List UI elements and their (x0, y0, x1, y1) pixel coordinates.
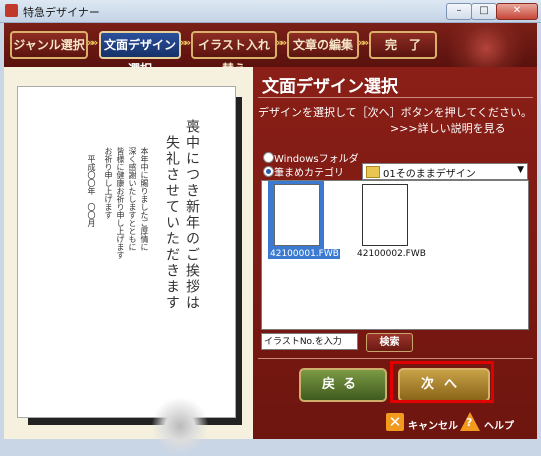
step-design: 文面デザイン選択 (99, 31, 181, 67)
illustration-number-input[interactable]: イラストNo.を入力 (261, 333, 358, 350)
step-arrow-icon: »» (276, 36, 287, 49)
back-button[interactable]: 戻る (299, 368, 387, 402)
folder-icon (366, 166, 380, 178)
step-arrow-icon: »» (180, 36, 191, 49)
step-illustration: イラスト入れ替え (191, 31, 277, 67)
next-button-highlight (390, 361, 494, 403)
radio-collection-label: 筆まめカテゴリ (274, 168, 344, 179)
preview-line: 本年中に賜りましたご厚情に (140, 147, 149, 251)
preview-line: 深く感謝いたしますとともに (128, 147, 137, 251)
app-icon (5, 4, 18, 17)
preview-line: 皆様に健康お祈り申し上げます (116, 147, 125, 259)
help-button[interactable]: ヘルプ (484, 417, 514, 432)
radio-windows-folder[interactable] (263, 152, 274, 163)
step-complete: 完 了 (369, 31, 437, 59)
preview-line: お祈り申し上げます (104, 147, 113, 219)
design-list[interactable]: 42100001.FWB 42100002.FWB (261, 180, 529, 330)
thumbnail-label[interactable]: 42100002.FWB (357, 249, 426, 259)
thumbnail-label[interactable]: 42100001.FWB (269, 249, 340, 259)
category-dropdown[interactable]: 01そのままデザイン ▼ (362, 163, 528, 180)
title-bar: 特急デザイナー – □ ✕ (0, 0, 541, 23)
preview-line: 失礼させていただきます (164, 135, 180, 311)
step-arrow-icon: »» (87, 36, 98, 49)
cancel-button[interactable]: キャンセル (408, 417, 458, 432)
details-link[interactable]: >>>詳しい説明を見る (390, 120, 506, 136)
step-arrow-icon: »» (358, 36, 369, 49)
dropdown-value: 01そのままデザイン (383, 169, 476, 180)
wizard-steps-bar: ジャンル選択 »» 文面デザイン選択 »» イラスト入れ替え »» 文章の編集 … (4, 23, 537, 67)
divider (258, 97, 533, 98)
step-edit-text: 文章の編集 (287, 31, 359, 59)
page-title: 文面デザイン選択 (262, 77, 398, 97)
chrysanthemum-illustration (152, 396, 208, 456)
maximize-button[interactable]: □ (471, 3, 497, 20)
instruction-text: デザインを選択して［次へ］ボタンを押してください。 (258, 106, 533, 119)
close-button[interactable]: ✕ (496, 3, 538, 20)
cancel-icon[interactable]: ✕ (386, 413, 404, 431)
card-preview: 喪中につき新年のご挨拶は 失礼させていただきます 本年中に賜りましたご厚情に 深… (17, 86, 236, 456)
minimize-button[interactable]: – (446, 3, 472, 20)
divider (258, 358, 533, 359)
preview-date: 平成〇〇年 〇〇月 (87, 155, 96, 227)
design-thumbnail-2[interactable] (362, 184, 408, 246)
help-question-icon: ? (466, 416, 473, 429)
chevron-down-icon[interactable]: ▼ (517, 165, 524, 175)
radio-windows-label: Windowsフォルダ (274, 154, 359, 165)
design-thumbnail-1[interactable] (274, 184, 320, 246)
window-title: 特急デザイナー (23, 6, 100, 19)
step-genre: ジャンル選択 (10, 31, 88, 59)
radio-collection[interactable] (263, 166, 274, 177)
preview-line: 喪中につき新年のご挨拶は (184, 119, 200, 311)
decorative-flower (441, 23, 531, 67)
app-window: 特急デザイナー – □ ✕ ジャンル選択 »» 文面デザイン選択 »» イラスト… (0, 0, 541, 456)
search-button[interactable]: 検索 (366, 333, 413, 352)
